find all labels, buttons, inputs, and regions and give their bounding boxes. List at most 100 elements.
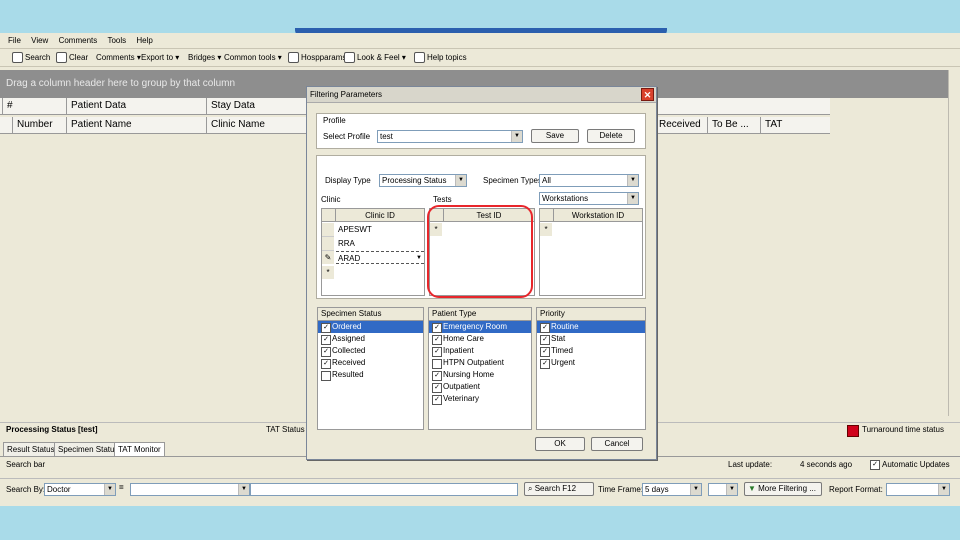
patient-type-item-label: Emergency Room bbox=[443, 322, 508, 331]
close-icon[interactable]: ✕ bbox=[641, 88, 654, 101]
look-feel-label: Look & Feel ▾ bbox=[357, 53, 406, 62]
patient-type-item[interactable]: ✓ Nursing Home bbox=[429, 369, 531, 381]
checkbox[interactable]: ✓ bbox=[540, 323, 550, 333]
help-topics-button[interactable]: Help topics bbox=[414, 51, 467, 64]
time-frame-extra[interactable]: ▼ bbox=[708, 483, 738, 496]
menu-view[interactable]: View bbox=[31, 34, 48, 48]
tab-specimen-status[interactable]: Specimen Status bbox=[54, 442, 123, 456]
more-filtering-button[interactable]: ▼ More Filtering ... bbox=[744, 482, 822, 496]
search-button[interactable]: Search bbox=[12, 51, 50, 64]
col-header-tat[interactable]: TAT bbox=[760, 117, 830, 133]
checkbox[interactable] bbox=[321, 371, 331, 381]
search-bar-label: Search bar bbox=[6, 460, 46, 469]
save-button[interactable]: Save bbox=[531, 129, 579, 143]
col-header-clinic-name[interactable]: Clinic Name bbox=[206, 117, 306, 133]
specimen-types-value: All bbox=[542, 176, 551, 185]
specimen-status-title: Specimen Status bbox=[318, 308, 423, 321]
display-type-select[interactable]: Processing Status ▼ bbox=[379, 174, 467, 187]
checkbox[interactable]: ✓ bbox=[540, 335, 550, 345]
checkbox[interactable]: ✓ bbox=[432, 383, 442, 393]
checkbox[interactable]: ✓ bbox=[540, 347, 550, 357]
col-header-patient-data[interactable]: Patient Data bbox=[66, 98, 206, 114]
vertical-scrollbar[interactable] bbox=[948, 70, 960, 416]
clinic-row-editing[interactable]: ARAD ▼ bbox=[336, 251, 424, 264]
specimen-status-item[interactable]: ✓ Received bbox=[318, 357, 423, 369]
priority-items: ✓ Routine ✓ Stat ✓ Timed ✓ Urgent bbox=[537, 321, 645, 369]
specimen-status-item[interactable]: Resulted bbox=[318, 369, 423, 381]
bridges-button[interactable]: Bridges ▾ bbox=[188, 51, 221, 64]
clinic-row[interactable]: RRA bbox=[338, 237, 355, 250]
comments-button[interactable]: Comments ▾ bbox=[96, 51, 141, 64]
tab-tat-monitor[interactable]: TAT Monitor bbox=[114, 442, 165, 456]
priority-item[interactable]: ✓ Stat bbox=[537, 333, 645, 345]
specimen-status-item[interactable]: ✓ Assigned bbox=[318, 333, 423, 345]
checkbox[interactable]: ✓ bbox=[432, 347, 442, 357]
specimen-status-item[interactable]: ✓ Ordered bbox=[318, 321, 423, 333]
specimen-status-item[interactable]: ✓ Collected bbox=[318, 345, 423, 357]
export-button[interactable]: Export to ▾ bbox=[141, 51, 179, 64]
checkbox[interactable]: ✓ bbox=[321, 335, 331, 345]
row-selector[interactable] bbox=[322, 223, 334, 237]
last-update-label: Last update: bbox=[728, 460, 773, 469]
checkbox[interactable] bbox=[432, 359, 442, 369]
checkbox[interactable]: ✓ bbox=[432, 395, 442, 405]
select-profile-label: Select Profile bbox=[323, 132, 371, 141]
checkbox[interactable]: ✓ bbox=[321, 323, 331, 333]
priority-item[interactable]: ✓ Routine bbox=[537, 321, 645, 333]
clinic-id-header[interactable]: Clinic ID bbox=[336, 209, 424, 222]
select-profile-dropdown[interactable]: test ▼ bbox=[377, 130, 523, 143]
menu-tools[interactable]: Tools bbox=[107, 34, 126, 48]
patient-type-item[interactable]: ✓ Emergency Room bbox=[429, 321, 531, 333]
search-value-select[interactable]: ▼ bbox=[130, 483, 250, 496]
col-header-stay-data[interactable]: Stay Data bbox=[206, 98, 306, 114]
col-header-patient-name[interactable]: Patient Name bbox=[66, 117, 206, 133]
priority-item[interactable]: ✓ Timed bbox=[537, 345, 645, 357]
col-header-number2[interactable]: Number bbox=[12, 117, 66, 133]
tests-label: Tests bbox=[433, 195, 452, 204]
menu-comments[interactable]: Comments bbox=[59, 34, 98, 48]
tab-result-status[interactable]: Result Status bbox=[3, 442, 59, 456]
checkbox[interactable]: ✓ bbox=[432, 371, 442, 381]
auto-update-checkbox[interactable]: ✓ bbox=[870, 460, 880, 470]
checkbox[interactable]: ✓ bbox=[432, 335, 442, 345]
col-header-to-be[interactable]: To Be ... bbox=[707, 117, 760, 133]
patient-type-item[interactable]: HTPN Outpatient bbox=[429, 357, 531, 369]
hospparams-button[interactable]: Hospparams bbox=[288, 51, 346, 64]
search-text-input[interactable] bbox=[250, 483, 518, 496]
cancel-button[interactable]: Cancel bbox=[591, 437, 643, 451]
look-feel-button[interactable]: Look & Feel ▾ bbox=[344, 51, 406, 64]
checkbox[interactable]: ✓ bbox=[321, 347, 331, 357]
workstation-id-header[interactable]: Workstation ID bbox=[554, 209, 642, 222]
checkbox[interactable]: ✓ bbox=[432, 323, 442, 333]
checkbox[interactable]: ✓ bbox=[321, 359, 331, 369]
highlight-annotation bbox=[427, 205, 533, 298]
specimen-types-select[interactable]: All ▼ bbox=[539, 174, 639, 187]
patient-type-item[interactable]: ✓ Outpatient bbox=[429, 381, 531, 393]
priority-title: Priority bbox=[537, 308, 645, 321]
col-header-number[interactable]: # bbox=[2, 98, 66, 114]
priority-item[interactable]: ✓ Urgent bbox=[537, 357, 645, 369]
comments-label: Comments ▾ bbox=[96, 53, 141, 62]
menu-help[interactable]: Help bbox=[136, 34, 152, 48]
patient-type-item[interactable]: ✓ Veterinary bbox=[429, 393, 531, 405]
time-frame-value: 5 days bbox=[645, 485, 669, 494]
patient-type-item[interactable]: ✓ Inpatient bbox=[429, 345, 531, 357]
clinic-row[interactable]: APESWT bbox=[338, 223, 372, 236]
clear-button[interactable]: Clear bbox=[56, 51, 88, 64]
dialog-title-bar[interactable]: Filtering Parameters ✕ bbox=[307, 87, 656, 103]
row-selector[interactable] bbox=[322, 237, 334, 251]
search-f12-label: Search F12 bbox=[534, 484, 577, 493]
col-header-received[interactable]: Received bbox=[654, 117, 707, 133]
tat-status-label: TAT Status bbox=[266, 425, 305, 434]
report-format-select[interactable]: ▼ bbox=[886, 483, 950, 496]
delete-button[interactable]: Delete bbox=[587, 129, 635, 143]
search-by-select[interactable]: Doctor ▼ bbox=[44, 483, 116, 496]
patient-type-item[interactable]: ✓ Home Care bbox=[429, 333, 531, 345]
common-tools-button[interactable]: Common tools ▾ bbox=[224, 51, 282, 64]
time-frame-select[interactable]: 5 days ▼ bbox=[642, 483, 702, 496]
ok-button[interactable]: OK bbox=[535, 437, 585, 451]
search-f12-button[interactable]: ⌕ Search F12 bbox=[524, 482, 594, 496]
tests-select[interactable]: Workstations ▼ bbox=[539, 192, 639, 205]
menu-file[interactable]: File bbox=[8, 34, 21, 48]
checkbox[interactable]: ✓ bbox=[540, 359, 550, 369]
